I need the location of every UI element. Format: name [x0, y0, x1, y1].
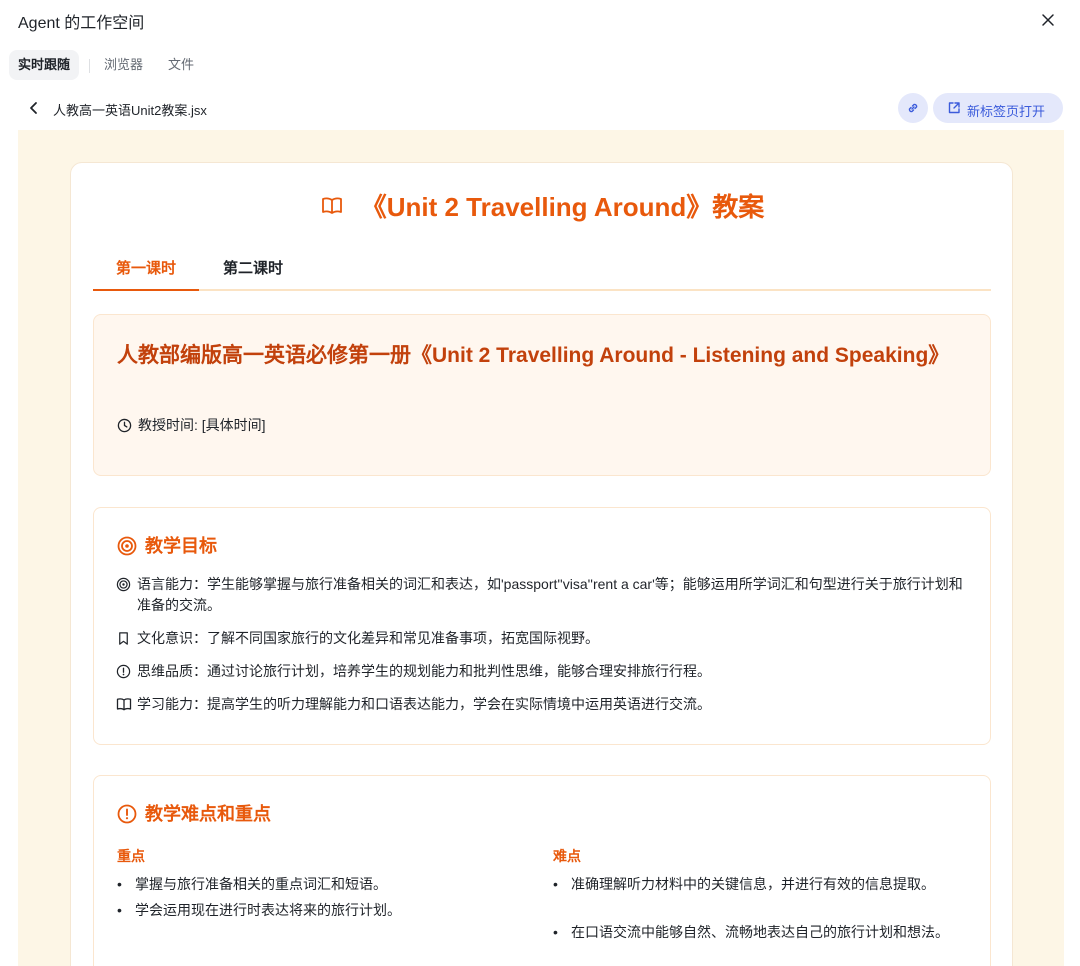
goal-text: 文化意识：了解不同国家旅行的文化差异和常见准备事项，拓宽国际视野。: [137, 630, 599, 646]
key-points-title: 重点: [117, 848, 145, 864]
goal-item: 文化意识：了解不同国家旅行的文化差异和常见准备事项，拓宽国际视野。: [116, 628, 966, 649]
goal-item: 学习能力：提高学生的听力理解能力和口语表达能力，学会在实际情境中运用英语进行交流…: [116, 694, 966, 715]
clock-icon: [117, 418, 132, 433]
difficulties-section: 教学难点和重点 重点 掌握与旅行准备相关的重点词汇和短语。 学会运用现在进行时表…: [93, 775, 991, 966]
open-book-icon: [321, 197, 342, 215]
open-book-icon: [116, 698, 132, 711]
goals-heading: 教学目标: [117, 532, 217, 558]
lesson-time: 教授时间: [具体时间]: [117, 415, 266, 435]
tab-files[interactable]: 文件: [159, 50, 203, 80]
lesson-tabs: 第一课时 第二课时: [93, 247, 991, 291]
goal-item: 思维品质：通过讨论旅行计划，培养学生的规划能力和批判性思维，能够合理安排旅行行程…: [116, 661, 966, 682]
close-button[interactable]: [1036, 8, 1060, 32]
goal-text: 思维品质：通过讨论旅行计划，培养学生的规划能力和批判性思维，能够合理安排旅行行程…: [137, 663, 711, 679]
lesson-plan-card: 《Unit 2 Travelling Around》教案 第一课时 第二课时 人…: [70, 162, 1013, 966]
goal-text: 学习能力：提高学生的听力理解能力和口语表达能力，学会在实际情境中运用英语进行交流…: [137, 696, 711, 712]
tab-live-follow[interactable]: 实时跟随: [9, 50, 80, 80]
difficulties-heading-text: 教学难点和重点: [145, 804, 271, 824]
file-name: 人教高一英语Unit2教案.jsx: [53, 103, 207, 118]
lesson-info-title: 人教部编版高一英语必修第一册《Unit 2 Travelling Around …: [117, 344, 950, 367]
goal-item: 语言能力：学生能够掌握与旅行准备相关的词汇和表达，如'passport''vis…: [116, 574, 966, 616]
goals-section: 教学目标 语言能力：学生能够掌握与旅行准备相关的词汇和表达，如'passport…: [93, 507, 991, 745]
alert-circle-icon: [117, 804, 137, 824]
key-point-item: 学会运用现在进行时表达将来的旅行计划。: [117, 900, 515, 921]
back-button[interactable]: [24, 98, 44, 118]
hard-point-item: 准确理解听力材料中的关键信息，并进行有效的信息提取。: [553, 874, 955, 895]
tab-browser[interactable]: 浏览器: [95, 50, 152, 80]
difficulties-heading: 教学难点和重点: [117, 800, 271, 826]
tab-lesson-2[interactable]: 第二课时: [217, 257, 289, 291]
tab-divider: [89, 59, 90, 73]
lesson-info-box: 人教部编版高一英语必修第一册《Unit 2 Travelling Around …: [93, 314, 991, 476]
open-new-tab-button[interactable]: 新标签页打开: [933, 93, 1063, 123]
tab-lesson-1[interactable]: 第一课时: [93, 257, 199, 291]
preview-pane[interactable]: 《Unit 2 Travelling Around》教案 第一课时 第二课时 人…: [18, 130, 1064, 966]
bookmark-icon: [119, 632, 128, 645]
lesson-time-text: 教授时间: [具体时间]: [138, 417, 266, 433]
alert-circle-icon: [116, 664, 131, 679]
external-link-icon: [948, 102, 960, 114]
goal-text: 语言能力：学生能够掌握与旅行准备相关的词汇和表达，如'passport''vis…: [137, 576, 963, 613]
file-bar: 人教高一英语Unit2教案.jsx 新标签页打开: [0, 92, 1080, 124]
target-icon: [117, 536, 137, 556]
link-icon: [908, 103, 918, 113]
copy-link-button[interactable]: [898, 93, 928, 123]
hard-points-title: 难点: [553, 848, 581, 864]
key-point-item: 掌握与旅行准备相关的重点词汇和短语。: [117, 874, 515, 895]
close-icon: [1042, 14, 1054, 26]
chevron-left-icon: [30, 102, 37, 114]
doc-title-text: 《Unit 2 Travelling Around》教案: [360, 192, 765, 222]
hard-point-item: 在口语交流中能够自然、流畅地表达自己的旅行计划和想法。: [553, 922, 955, 943]
open-new-tab-label: 新标签页打开: [967, 104, 1046, 119]
target-icon: [116, 577, 131, 592]
workspace-header: Agent 的工作空间: [0, 0, 1080, 40]
doc-title: 《Unit 2 Travelling Around》教案: [71, 187, 1014, 224]
goals-heading-text: 教学目标: [145, 536, 217, 556]
workspace-tabs: 实时跟随 浏览器 文件: [0, 50, 1080, 82]
workspace-title: Agent 的工作空间: [18, 15, 145, 32]
